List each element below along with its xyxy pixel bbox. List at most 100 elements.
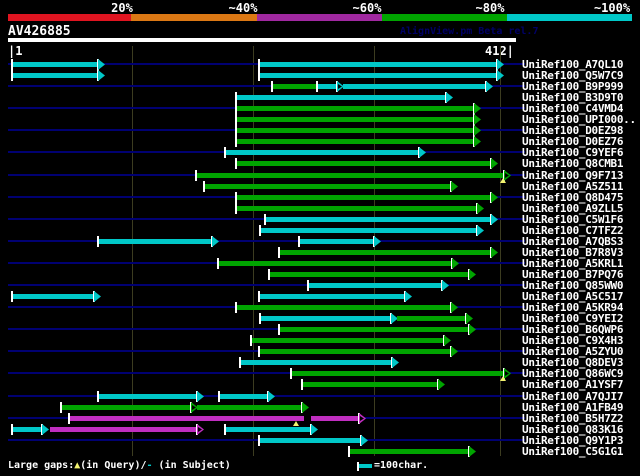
arrowhead-icon: [474, 114, 481, 125]
hit-segment[interactable]: [224, 427, 310, 432]
segment-start-tick: [235, 136, 237, 147]
hit-segment[interactable]: [197, 405, 301, 410]
arrowhead-icon: [469, 446, 476, 457]
hit-segment[interactable]: [11, 73, 97, 78]
hit-segment[interactable]: [195, 173, 503, 178]
segment-start-tick: [60, 402, 62, 413]
arrowhead-icon: [486, 81, 493, 92]
hollow-arrowhead-icon: [504, 170, 511, 181]
arrowhead-icon: [466, 313, 473, 324]
scale-start-label: |1: [8, 44, 23, 58]
arrowhead-inner: [338, 84, 342, 89]
hit-segment[interactable]: [60, 405, 190, 410]
hit-segment[interactable]: [235, 305, 450, 310]
hit-segment[interactable]: [278, 327, 468, 332]
arrowhead-inner: [360, 416, 364, 421]
hit-segment[interactable]: [258, 349, 450, 354]
segment-start-tick: [258, 291, 260, 302]
key-label: 20%: [111, 1, 133, 15]
scalebar-label: =100char.: [374, 460, 429, 471]
gap-legend-prefix: Large gaps:: [8, 460, 75, 471]
hit-segment[interactable]: [290, 371, 503, 376]
hit-segment[interactable]: [11, 62, 97, 67]
segment-start-tick: [11, 291, 13, 302]
arrowhead-icon: [477, 203, 484, 214]
hit-segment[interactable]: [235, 139, 473, 144]
hit-segment[interactable]: [271, 84, 316, 89]
arrowhead-icon: [474, 136, 481, 147]
hit-segment[interactable]: [11, 294, 93, 299]
hit-segment[interactable]: [239, 360, 391, 365]
hit-segment[interactable]: [218, 394, 267, 399]
segment-start-tick: [224, 424, 226, 435]
hit-segment[interactable]: [278, 250, 490, 255]
hit-segment[interactable]: [259, 316, 390, 321]
segment-start-tick: [235, 114, 237, 125]
arrowhead-inner: [198, 427, 202, 432]
hit-segment[interactable]: [258, 73, 496, 78]
hit-segment[interactable]: [348, 449, 468, 454]
segment-start-tick: [217, 258, 219, 269]
arrowhead-icon: [491, 192, 498, 203]
arrowhead-icon: [451, 181, 458, 192]
hit-segment[interactable]: [258, 62, 496, 67]
segment-start-tick: [235, 103, 237, 114]
segment-start-tick: [264, 214, 266, 225]
arrowhead-icon: [374, 236, 381, 247]
segment-start-tick: [259, 313, 261, 324]
hit-segment[interactable]: [298, 239, 373, 244]
segment-start-tick: [271, 81, 273, 92]
hit-segment[interactable]: [264, 217, 490, 222]
hit-segment[interactable]: [235, 195, 490, 200]
arrowhead-icon: [438, 379, 445, 390]
hit-label[interactable]: UniRef100_C5G1G1: [522, 445, 623, 458]
arrowhead-icon: [98, 70, 105, 81]
hit-segment[interactable]: [259, 228, 476, 233]
segment-start-tick: [278, 324, 280, 335]
subject-gap-dash: [304, 416, 311, 421]
hit-segment[interactable]: [11, 427, 41, 432]
hit-segment[interactable]: [316, 84, 336, 89]
hit-segment[interactable]: [235, 206, 476, 211]
hit-segment[interactable]: [203, 184, 450, 189]
hit-segment[interactable]: [50, 427, 196, 432]
key-segment-20: [8, 14, 131, 21]
hit-segment[interactable]: [224, 150, 418, 155]
segment-start-tick: [298, 236, 300, 247]
hit-segment[interactable]: [217, 261, 451, 266]
hit-segment[interactable]: [235, 128, 473, 133]
alignview-overview: AV426885 AlignView.pm Beta rel.7 |1 412|…: [0, 0, 640, 476]
query-gap-marker-icon: [293, 421, 299, 426]
hit-segment[interactable]: [307, 283, 441, 288]
hollow-arrowhead-icon: [197, 424, 204, 435]
hit-segment[interactable]: [97, 394, 196, 399]
hit-segment[interactable]: [235, 95, 445, 100]
key-segment-100: [507, 14, 632, 21]
hit-segment[interactable]: [301, 382, 437, 387]
hit-segment[interactable]: [397, 316, 465, 321]
hit-segment[interactable]: [250, 338, 443, 343]
key-label: ~60%: [352, 1, 382, 15]
segment-start-tick: [348, 446, 350, 457]
hit-segment[interactable]: [258, 438, 360, 443]
hit-segment[interactable]: [235, 117, 473, 122]
segment-start-tick: [235, 92, 237, 103]
key-segment-40: [131, 14, 257, 21]
hit-segment[interactable]: [97, 239, 211, 244]
segment-start-tick: [195, 170, 197, 181]
hit-segment[interactable]: [258, 294, 404, 299]
hit-segment[interactable]: [68, 416, 358, 421]
arrowhead-icon: [491, 247, 498, 258]
segment-start-tick: [268, 269, 270, 280]
hit-segment[interactable]: [235, 161, 490, 166]
segment-start-tick: [235, 302, 237, 313]
arrowhead-icon: [405, 291, 412, 302]
arrowhead-icon: [392, 357, 399, 368]
arrowhead-icon: [469, 324, 476, 335]
segment-start-tick: [259, 225, 261, 236]
arrowhead-icon: [469, 269, 476, 280]
hit-segment[interactable]: [235, 106, 473, 111]
segment-start-tick: [290, 368, 292, 379]
hit-segment[interactable]: [268, 272, 468, 277]
hit-segment[interactable]: [343, 84, 485, 89]
